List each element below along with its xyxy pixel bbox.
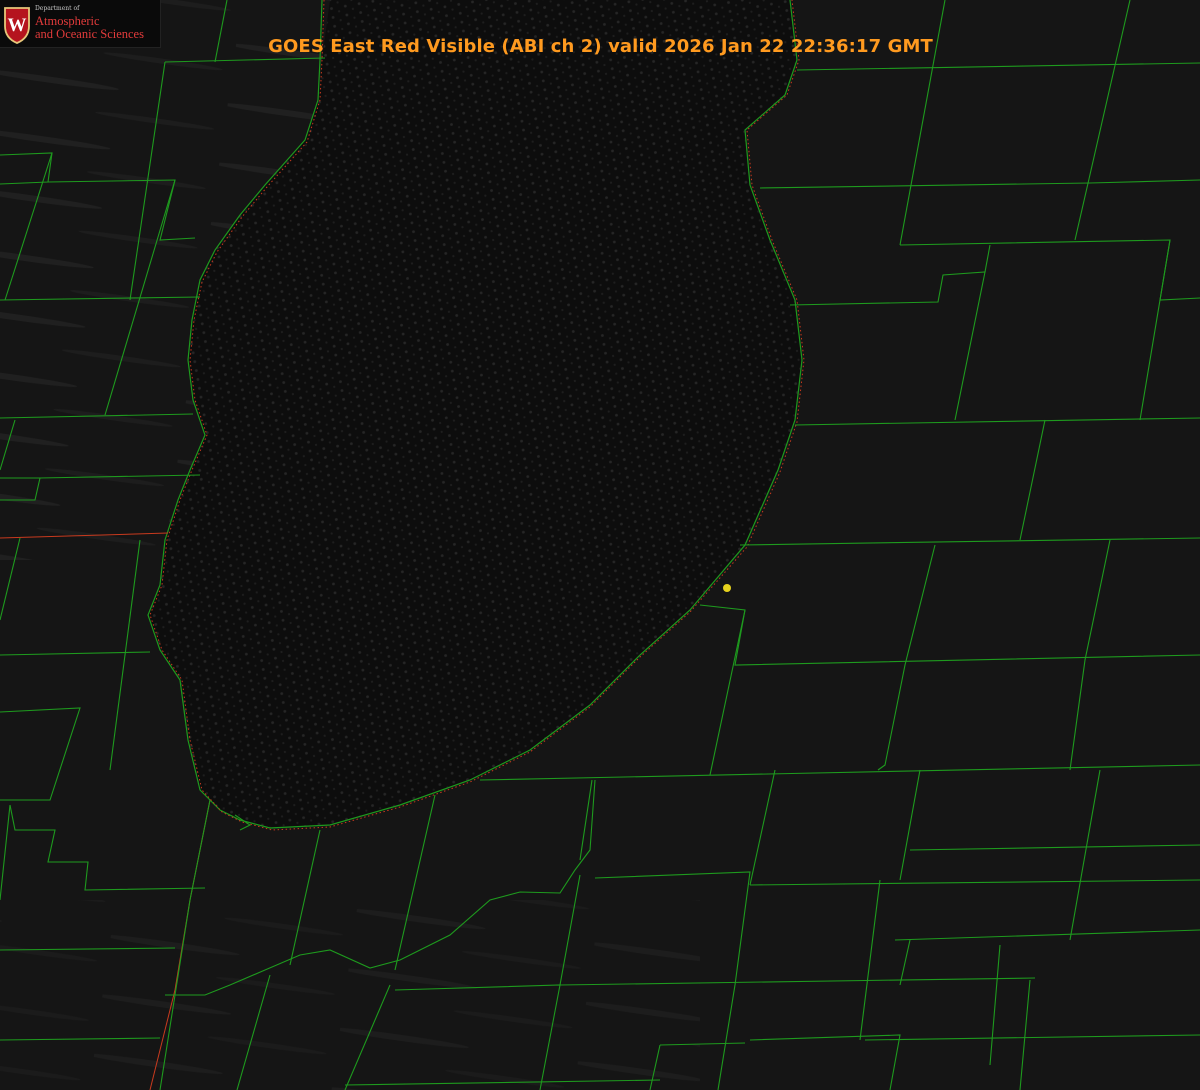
logo-department: Department of — [35, 5, 80, 12]
location-marker — [723, 584, 731, 592]
image-title: GOES East Red Visible (ABI ch 2) valid 2… — [268, 36, 933, 57]
svg-text:W: W — [8, 15, 27, 36]
satellite-image — [0, 0, 1200, 1090]
satellite-map-viewer: W Department of Atmospheric and Oceanic … — [0, 0, 1200, 1090]
logo-line-1: Atmospheric — [35, 14, 100, 28]
